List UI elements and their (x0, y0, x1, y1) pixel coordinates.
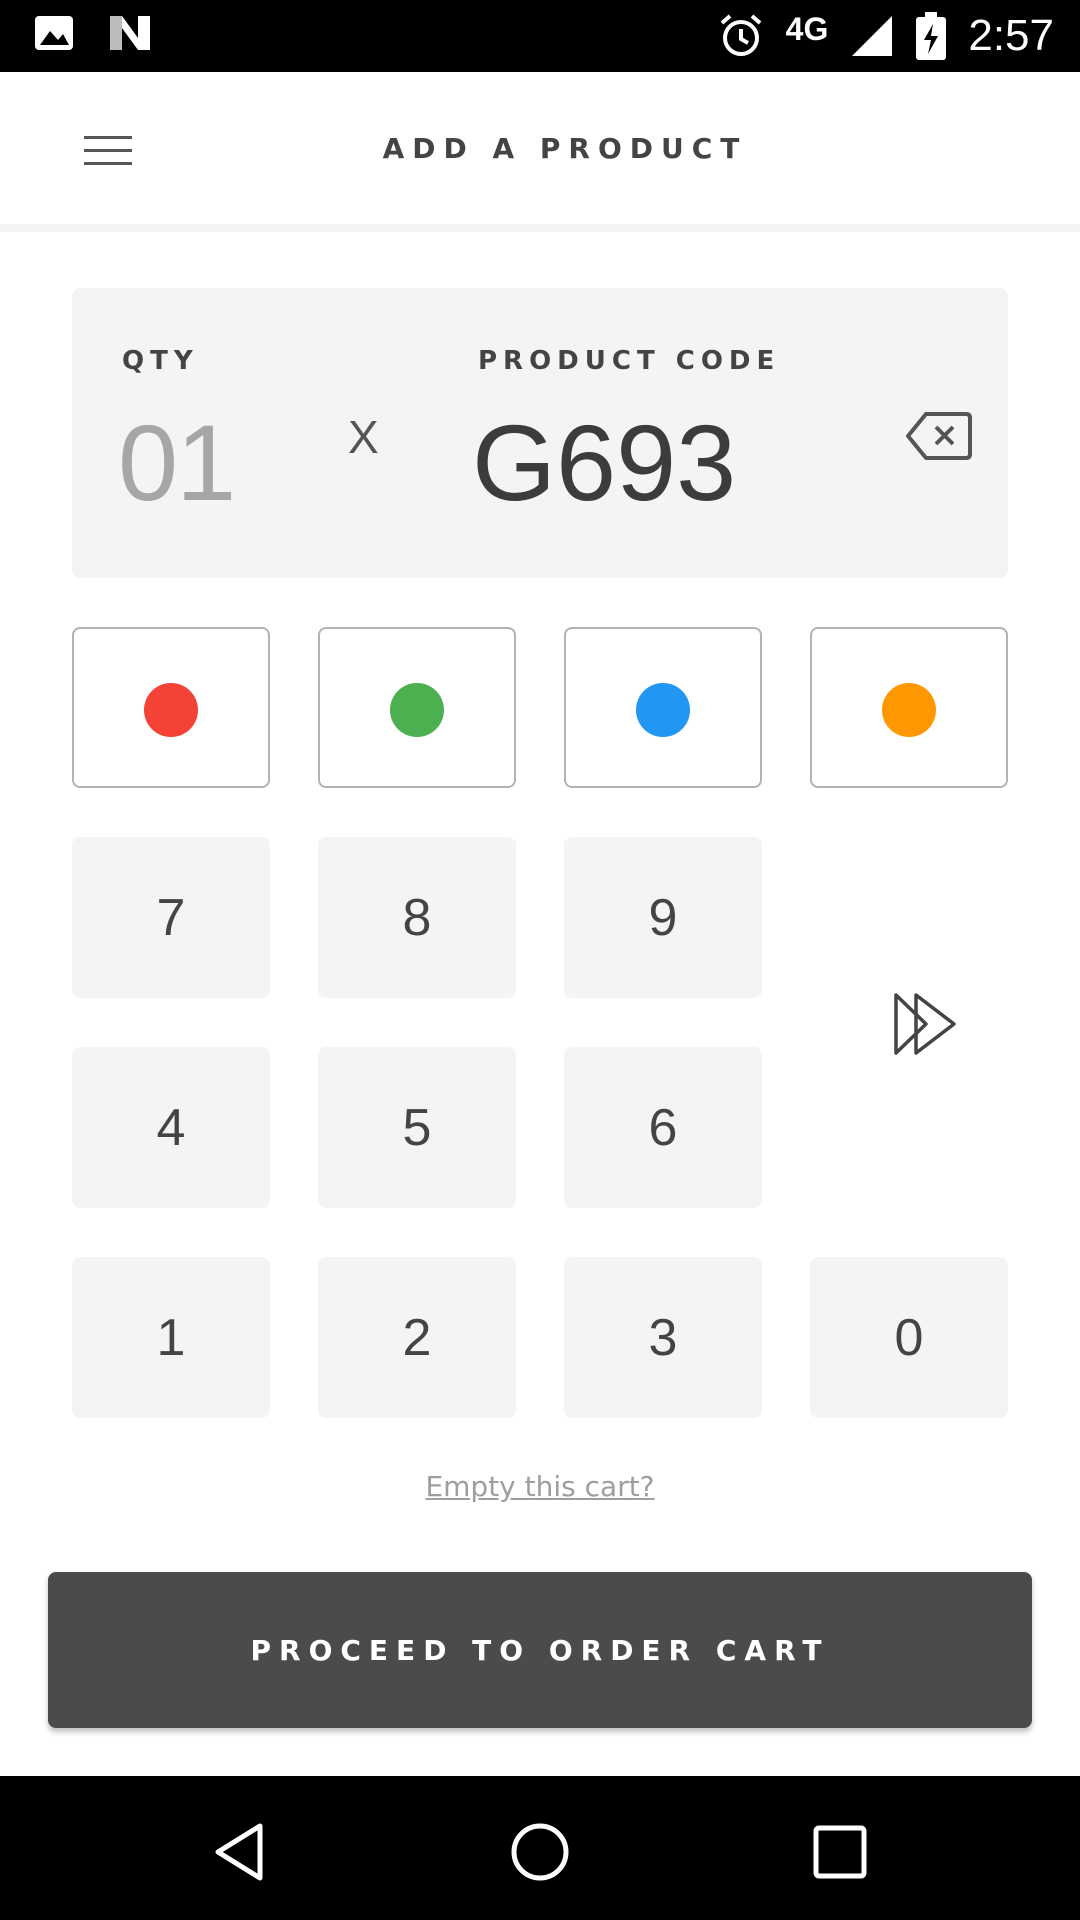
color-key-orange[interactable] (810, 627, 1008, 788)
status-right-icons: 4G 2:57 (718, 10, 1054, 62)
app-bar: ADD A PRODUCT (0, 72, 1080, 232)
qty-label: QTY (122, 346, 199, 376)
key-0[interactable]: 0 (810, 1257, 1008, 1418)
product-code-value[interactable]: G693 (472, 400, 736, 525)
key-5[interactable]: 5 (318, 1047, 516, 1208)
product-code-label: PRODUCT CODE (478, 346, 781, 376)
blue-dot-icon (636, 683, 690, 737)
key-8[interactable]: 8 (318, 837, 516, 998)
network-type: 4G (785, 10, 829, 47)
system-nav-bar (0, 1776, 1080, 1920)
status-bar: 4G 2:57 (0, 0, 1080, 72)
entry-display: QTY PRODUCT CODE 01 X G693 (72, 288, 1008, 578)
color-key-green[interactable] (318, 627, 516, 788)
back-icon[interactable] (200, 1812, 280, 1892)
key-4[interactable]: 4 (72, 1047, 270, 1208)
clock: 2:57 (968, 11, 1054, 60)
empty-cart-link[interactable]: Empty this cart? (0, 1470, 1080, 1503)
proceed-to-order-cart-button[interactable]: PROCEED TO ORDER CART (48, 1572, 1032, 1728)
key-3[interactable]: 3 (564, 1257, 762, 1418)
image-icon (35, 16, 73, 50)
key-2[interactable]: 2 (318, 1257, 516, 1418)
color-key-blue[interactable] (564, 627, 762, 788)
battery-charging-icon (916, 12, 947, 60)
key-6[interactable]: 6 (564, 1047, 762, 1208)
status-left-icons (34, 14, 152, 52)
key-9[interactable]: 9 (564, 837, 762, 998)
key-1[interactable]: 1 (72, 1257, 270, 1418)
green-dot-icon (390, 683, 444, 737)
recents-icon[interactable] (800, 1812, 880, 1892)
times-sign: X (348, 411, 379, 463)
red-dot-icon (144, 683, 198, 737)
n-logo-icon (110, 16, 150, 50)
color-key-red[interactable] (72, 627, 270, 788)
orange-dot-icon (882, 683, 936, 737)
alarm-icon (720, 14, 761, 56)
double-chevron-right-icon[interactable] (892, 989, 962, 1059)
page-title: ADD A PRODUCT (382, 132, 748, 165)
qty-value[interactable]: 01 (118, 400, 236, 525)
home-icon[interactable] (500, 1812, 580, 1892)
key-7[interactable]: 7 (72, 837, 270, 998)
backspace-icon[interactable] (904, 406, 974, 466)
signal-icon (852, 16, 893, 56)
